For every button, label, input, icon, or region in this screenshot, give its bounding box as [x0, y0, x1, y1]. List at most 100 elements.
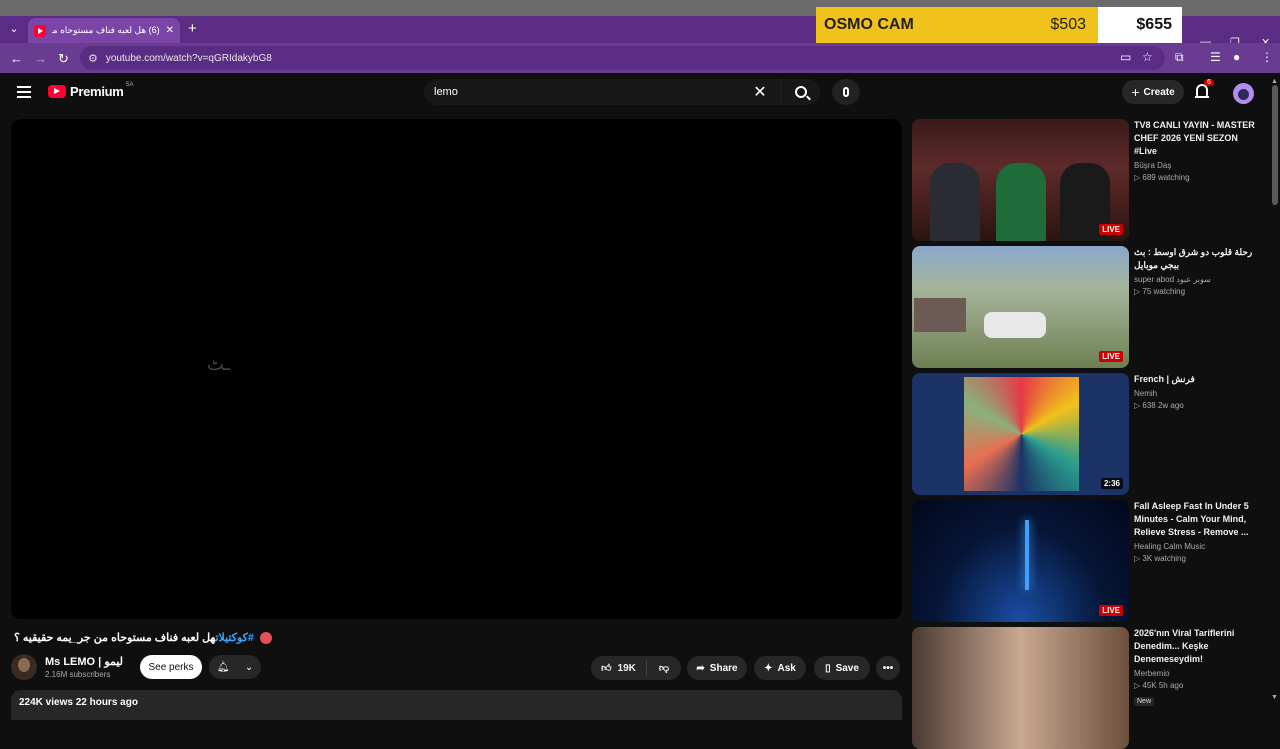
related-channel[interactable]: super abod سوبر عبود	[1134, 275, 1262, 284]
channel-avatar[interactable]	[11, 654, 37, 680]
notifications-button[interactable]: 6	[1195, 79, 1214, 100]
voice-search-button[interactable]	[832, 79, 860, 105]
subscription-notifications-button[interactable]: 🔔︎ ⌄	[209, 655, 261, 679]
video-player[interactable]: ـٹ	[11, 119, 902, 619]
channel-name[interactable]: Ms LEMO | ليمو	[45, 655, 123, 668]
related-stats: ▷ 689 watching	[1134, 173, 1190, 182]
reading-list-icon[interactable]: ☰	[1210, 50, 1221, 64]
youtube-logo[interactable]: Premium SA	[48, 82, 134, 99]
search-input[interactable]: lemo	[434, 86, 748, 98]
browser-menu-icon[interactable]: ⋮	[1261, 50, 1273, 64]
new-tab-button[interactable]: +	[188, 20, 197, 37]
price-overlay: OSMO CAM $503 $655	[816, 7, 1182, 43]
extensions-icon[interactable]: ⧉	[1175, 50, 1184, 65]
emoji-icon	[260, 631, 273, 644]
related-channel[interactable]: Healing Calm Music	[1134, 542, 1262, 551]
price-2: $655	[1098, 7, 1182, 43]
dislike-button[interactable]: 👎︎	[647, 662, 681, 674]
thumbs-down-icon: 👎︎	[658, 663, 670, 674]
tab-title: (6) هل لعبه فناف مستوحاه من جر	[52, 25, 160, 35]
subscriber-count: 2.16M subscribers	[45, 670, 111, 679]
live-badge: LIVE	[1099, 351, 1123, 362]
related-video-5[interactable]: 2026'nın Viral Tariflerini Denedim... Ke…	[912, 627, 1268, 749]
thumbs-up-icon: 👍︎	[601, 663, 612, 674]
see-perks-button[interactable]: See perks	[140, 655, 202, 679]
price-overlay-left: OSMO CAM $503	[816, 7, 1098, 43]
related-channel[interactable]: Nemih	[1134, 389, 1262, 398]
product-name: OSMO CAM	[824, 16, 914, 33]
youtube-favicon-icon	[34, 24, 46, 37]
thumbnail-figure	[930, 163, 980, 241]
clear-search-icon[interactable]: ✕	[748, 82, 772, 102]
youtube-play-icon	[48, 85, 66, 98]
tab-close-icon[interactable]: ✕	[166, 25, 174, 36]
share-button[interactable]: ➦ Share	[687, 656, 747, 680]
related-title[interactable]: 2026'nın Viral Tariflerini Denedim... Ke…	[1134, 627, 1262, 666]
site-info-icon[interactable]: ⚙	[88, 52, 98, 65]
related-video-2[interactable]: LIVE رحلة قلوب دو شرق اوسط : بث ببجي موب…	[912, 246, 1268, 368]
tab-search-chevron-icon[interactable]: ⌄	[6, 20, 22, 38]
related-stats: ▷ 638 2w ago	[1134, 401, 1184, 410]
bell-ring-icon: 🔔︎	[216, 661, 230, 673]
bookmark-star-icon[interactable]: ☆	[1142, 50, 1153, 64]
title-hashtag[interactable]: #كوكتيلات	[216, 632, 255, 644]
related-video-1[interactable]: LIVE TV8 CANLI YAYIN - MASTER CHEF 2026 …	[912, 119, 1268, 241]
bell-base	[1195, 96, 1209, 98]
related-title[interactable]: رحلة قلوب دو شرق اوسط : بث ببجي موبايل	[1134, 246, 1262, 272]
microphone-icon	[843, 87, 849, 97]
title-text: هل لعبه فناف مستوحاه من جر_يمه حقيقيه ؟	[14, 632, 216, 644]
thumbnail-light-beam	[1025, 520, 1029, 590]
save-label: Save	[835, 662, 859, 674]
related-video-4[interactable]: LIVE Fall Asleep Fast In Under 5 Minutes…	[912, 500, 1268, 622]
url-bar[interactable]: ⚙ youtube.com/watch?v=qGRIdakybG8	[80, 46, 1165, 70]
more-horizontal-icon: •••	[882, 662, 894, 674]
search-button[interactable]	[780, 79, 820, 105]
related-title[interactable]: TV8 CANLI YAYIN - MASTER CHEF 2026 YENİ …	[1134, 119, 1262, 158]
related-title[interactable]: Fall Asleep Fast In Under 5 Minutes - Ca…	[1134, 500, 1262, 539]
related-title[interactable]: French | فرنش	[1134, 373, 1262, 386]
like-button[interactable]: 👍︎ 19K	[591, 660, 647, 676]
address-bar-row: ← → ↻ ⚙ youtube.com/watch?v=qGRIdakybG8 …	[0, 43, 1280, 73]
ask-button[interactable]: ✦ Ask	[754, 656, 806, 680]
related-video-3[interactable]: 2:36 French | فرنش Nemih ▷ 638 2w ago	[912, 373, 1268, 495]
description-box[interactable]: 224K views 22 hours ago	[11, 690, 902, 720]
sparkle-icon: ✦	[764, 662, 773, 674]
ask-label: Ask	[777, 662, 796, 674]
account-avatar[interactable]	[1233, 83, 1254, 104]
channel-owner: Ms LEMO | ليمو 2.16M subscribers	[11, 652, 123, 682]
like-count: 19K	[617, 662, 636, 674]
video-thumbnail[interactable]: LIVE	[912, 119, 1129, 241]
video-thumbnail[interactable]: LIVE	[912, 500, 1129, 622]
search-icon	[794, 86, 807, 98]
url-text: youtube.com/watch?v=qGRIdakybG8	[105, 52, 272, 64]
bookmark-icon: ▯	[825, 662, 831, 674]
thumbnail-car	[984, 312, 1046, 338]
scroll-up-icon[interactable]: ▲	[1271, 78, 1278, 85]
more-actions-button[interactable]: •••	[876, 656, 900, 680]
search-box[interactable]: lemo ✕	[424, 79, 820, 105]
create-label: Create	[1143, 86, 1175, 98]
forward-arrow-icon[interactable]: →	[34, 51, 47, 66]
scroll-down-icon[interactable]: ▼	[1271, 694, 1278, 701]
video-thumbnail[interactable]	[912, 627, 1129, 749]
related-channel[interactable]: Büşra Daş	[1134, 161, 1262, 170]
create-button[interactable]: + Create	[1122, 80, 1184, 104]
browser-tab-active[interactable]: (6) هل لعبه فناف مستوحاه من جر ✕	[28, 18, 180, 43]
save-button[interactable]: ▯ Save	[814, 656, 870, 680]
logo-word: Premium	[70, 84, 124, 99]
price-1: $503	[1050, 16, 1086, 33]
view-count-and-date: 224K views 22 hours ago	[19, 697, 138, 708]
new-badge: New	[1134, 697, 1155, 706]
reload-icon[interactable]: ↻	[58, 51, 69, 67]
video-thumbnail[interactable]: LIVE	[912, 246, 1129, 368]
menu-icon[interactable]	[17, 86, 31, 98]
player-watermark: ـٹ	[207, 354, 230, 374]
scrollbar-thumb[interactable]	[1272, 85, 1278, 205]
install-app-icon[interactable]: ▭	[1120, 50, 1131, 64]
video-thumbnail[interactable]: 2:36	[912, 373, 1129, 495]
profile-icon[interactable]: ●	[1233, 50, 1240, 64]
page-scrollbar[interactable]	[1270, 73, 1280, 720]
youtube-header: Premium SA lemo ✕ + Create 6	[0, 73, 1280, 113]
related-channel[interactable]: Merbemio	[1134, 669, 1262, 678]
back-arrow-icon[interactable]: ←	[10, 51, 23, 66]
